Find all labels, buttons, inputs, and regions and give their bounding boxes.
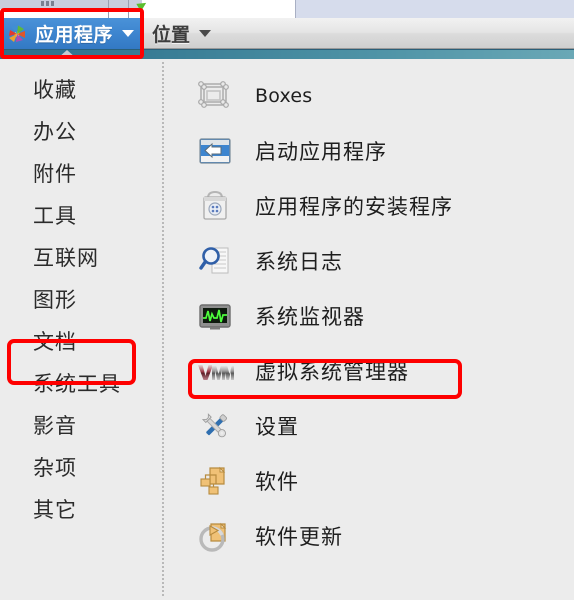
app-item-system-monitor[interactable]: 系统监视器 — [196, 288, 574, 343]
category-label: 影音 — [33, 414, 77, 438]
app-label: 应用程序的安装程序 — [255, 194, 453, 219]
boxes-icon — [196, 77, 234, 115]
app-label: 设置 — [255, 414, 299, 439]
software-icon — [196, 462, 234, 500]
app-item-settings[interactable]: 设置 — [196, 398, 574, 453]
category-item-office[interactable]: 办公 — [0, 110, 160, 152]
category-label: 办公 — [33, 120, 77, 144]
category-label: 附件 — [33, 162, 77, 186]
app-label: 软件 — [255, 469, 299, 494]
desktop-screen: 应用程序 位置 收藏 办公 附件 工具 互联网 图形 文档 系统工具 影音 杂项… — [0, 0, 574, 600]
category-item-tools[interactable]: 工具 — [0, 194, 160, 236]
app-item-boxes[interactable]: Boxes — [196, 68, 574, 123]
applications-menu-button[interactable]: 应用程序 — [2, 18, 141, 49]
green-arrow-icon — [136, 0, 149, 12]
app-item-virt-manager[interactable]: 虚拟系统管理器 — [196, 343, 574, 398]
app-item-software[interactable]: 软件 — [196, 453, 574, 508]
package-installer-icon — [196, 187, 234, 225]
category-label: 系统工具 — [33, 372, 121, 396]
category-item-internet[interactable]: 互联网 — [0, 236, 160, 278]
category-label: 其它 — [33, 498, 77, 522]
system-monitor-icon — [196, 297, 234, 335]
toolbar-tick — [41, 1, 44, 6]
menu-pointer-arrow — [58, 50, 76, 58]
chevron-down-icon — [122, 29, 135, 37]
menu-accent-bar — [0, 49, 574, 59]
app-label: 系统日志 — [255, 249, 343, 274]
category-item-misc[interactable]: 杂项 — [0, 446, 160, 488]
system-log-icon — [196, 242, 234, 280]
gnome-foot-icon — [6, 23, 28, 45]
category-label: 收藏 — [33, 78, 77, 102]
background-window-panel-fragment — [295, 0, 574, 18]
app-label: 虚拟系统管理器 — [255, 359, 409, 384]
software-update-icon — [196, 517, 234, 555]
toolbar-divider — [108, 0, 109, 18]
category-item-graphics[interactable]: 图形 — [0, 278, 160, 320]
menu-column-separator — [162, 62, 164, 596]
category-item-multimedia[interactable]: 影音 — [0, 404, 160, 446]
app-item-system-log[interactable]: 系统日志 — [196, 233, 574, 288]
toolbar-tick — [51, 1, 54, 6]
category-item-accessories[interactable]: 附件 — [0, 152, 160, 194]
toolbar-tick — [46, 1, 49, 6]
category-label: 工具 — [33, 204, 77, 228]
category-label: 互联网 — [33, 246, 99, 270]
app-launcher-icon — [196, 132, 234, 170]
settings-tools-icon — [196, 407, 234, 445]
app-item-software-update[interactable]: 软件更新 — [196, 508, 574, 563]
app-label: 启动应用程序 — [255, 139, 387, 164]
chevron-down-icon — [199, 29, 212, 37]
toolbar-divider — [128, 0, 129, 18]
app-label: Boxes — [255, 84, 313, 107]
category-item-documents[interactable]: 文档 — [0, 320, 160, 362]
category-list: 收藏 办公 附件 工具 互联网 图形 文档 系统工具 影音 杂项 其它 — [0, 68, 160, 530]
virt-manager-icon — [196, 352, 234, 390]
application-list: Boxes 启动应用程序 应用程序的安装程序 系统日志 系统监视器 虚拟系统管理… — [196, 68, 574, 563]
places-menu-label: 位置 — [152, 24, 191, 46]
places-menu-button[interactable]: 位置 — [152, 18, 212, 49]
category-label: 文档 — [33, 330, 77, 354]
category-item-system-tools[interactable]: 系统工具 — [0, 362, 160, 404]
app-item-package-installer[interactable]: 应用程序的安装程序 — [196, 178, 574, 233]
app-label: 系统监视器 — [255, 304, 365, 329]
category-label: 图形 — [33, 288, 77, 312]
applications-menu-label: 应用程序 — [35, 24, 114, 46]
category-label: 杂项 — [33, 456, 77, 480]
app-label: 软件更新 — [255, 524, 343, 549]
background-toolbar-fragment — [0, 0, 142, 9]
category-item-favorites[interactable]: 收藏 — [0, 68, 160, 110]
category-item-other[interactable]: 其它 — [0, 488, 160, 530]
app-item-launcher[interactable]: 启动应用程序 — [196, 123, 574, 178]
